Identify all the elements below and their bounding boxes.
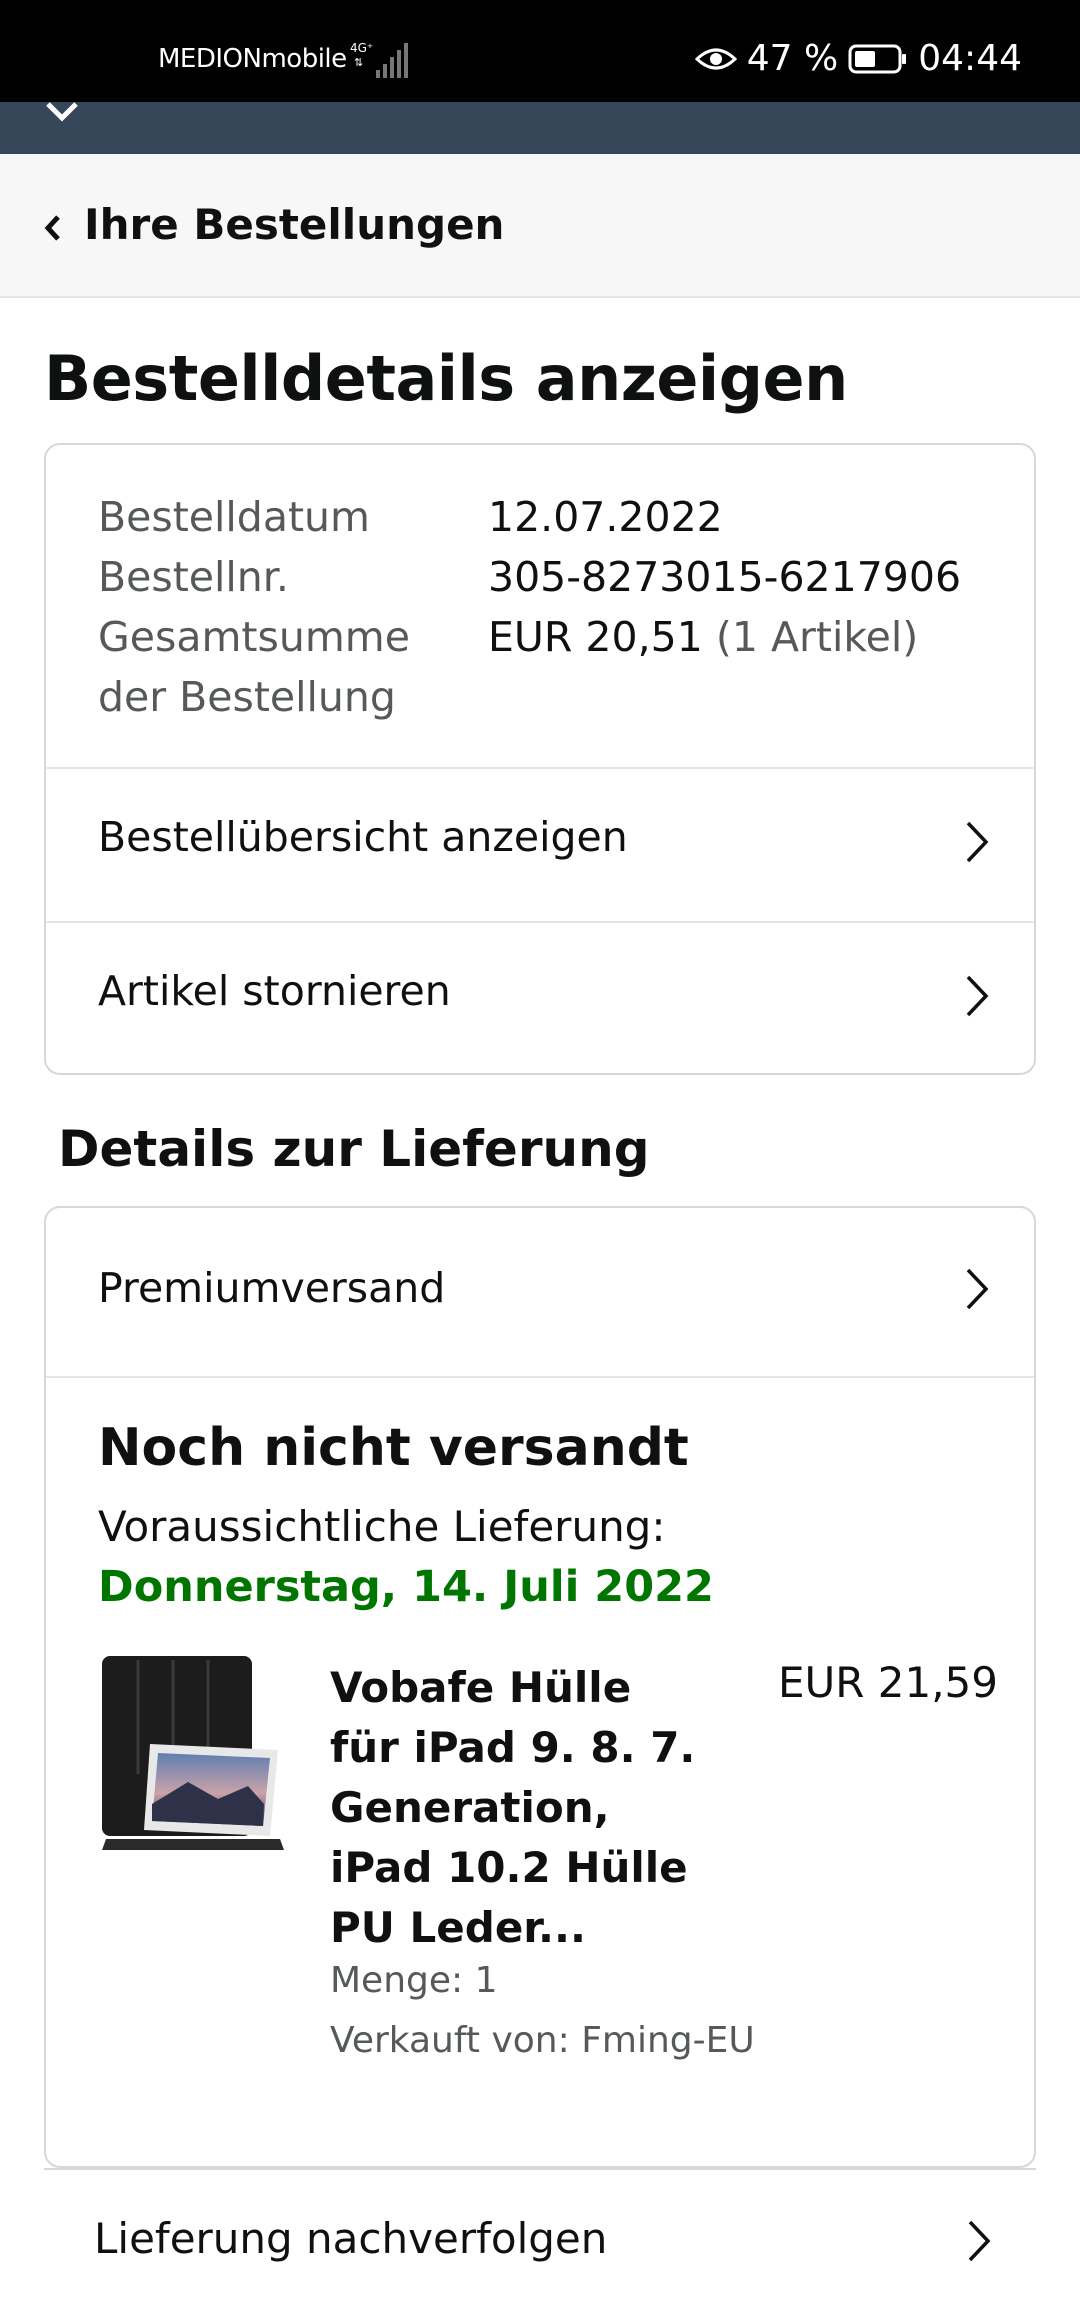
product-quantity: Menge: 1 [330, 1960, 498, 2001]
eta-date: Donnerstag, 14. Juli 2022 [98, 1562, 714, 1612]
battery-icon [848, 44, 907, 73]
svg-text:4G⁺: 4G⁺ [350, 41, 373, 55]
nav-header: Ihre Bestellungen [0, 154, 1080, 298]
chevron-down-icon [46, 102, 78, 122]
page-title: Bestelldetails anzeigen [44, 342, 848, 415]
order-total-label-line2: der Bestellung [98, 673, 396, 721]
chevron-left-icon[interactable] [42, 213, 62, 243]
battery-percent: 47 % [746, 38, 839, 79]
cancel-items-link[interactable]: Artikel stornieren [98, 967, 451, 1015]
shipment-status: Noch nicht versandt [98, 1418, 689, 1478]
chevron-right-icon [966, 975, 989, 1017]
signal-icon: 4G⁺ ⇅ [350, 41, 408, 78]
order-summary-row[interactable]: Bestellübersicht anzeigen [46, 767, 1034, 921]
track-delivery-row[interactable]: Lieferung nachverfolgen [44, 2168, 1036, 2312]
chevron-right-icon [966, 1268, 989, 1310]
cancel-items-row[interactable]: Artikel stornieren [46, 921, 1034, 1075]
clock: 04:44 [918, 38, 1022, 79]
product-title[interactable]: Vobafe Hülle für iPad 9. 8. 7. Generatio… [330, 1658, 710, 1958]
delivery-section-title: Details zur Lieferung [58, 1120, 650, 1178]
eye-icon [694, 48, 737, 69]
carrier-name: MEDIONmobile [158, 44, 347, 74]
order-info: Bestelldatum 12.07.2022 Bestellnr. 305-8… [98, 487, 961, 727]
product-image[interactable] [98, 1654, 288, 1854]
shipping-method-row[interactable]: Premiumversand [46, 1208, 1034, 1378]
order-info-card: Bestelldatum 12.07.2022 Bestellnr. 305-8… [44, 443, 1036, 1075]
order-number-value: 305-8273015-6217906 [488, 553, 962, 601]
chevron-right-icon [968, 2220, 991, 2262]
order-number-label: Bestellnr. [98, 553, 289, 601]
track-delivery-link[interactable]: Lieferung nachverfolgen [94, 2214, 607, 2263]
back-to-orders-link[interactable]: Ihre Bestellungen [84, 200, 504, 249]
status-bar: MEDIONmobile 4G⁺ ⇅ 47 % 04:44 [0, 0, 1080, 102]
svg-text:⇅: ⇅ [354, 56, 363, 69]
order-summary-link[interactable]: Bestellübersicht anzeigen [98, 813, 628, 861]
product-seller: Verkauft von: Fming-EU [330, 2020, 755, 2061]
delivery-card: Premiumversand Noch nicht versandt Vorau… [44, 1206, 1036, 2168]
order-total-label: Gesamtsumme [98, 613, 410, 661]
order-date-value: 12.07.2022 [488, 493, 723, 541]
order-item-count: (1 Artikel) [715, 613, 919, 661]
chevron-right-icon [966, 821, 989, 863]
order-date-label: Bestelldatum [98, 493, 370, 541]
shipping-method[interactable]: Premiumversand [98, 1264, 445, 1312]
product-price: EUR 21,59 [777, 1658, 998, 1707]
address-strip[interactable] [0, 102, 1080, 154]
eta-label: Voraussichtliche Lieferung: [98, 1502, 666, 1551]
order-total-value: EUR 20,51 [488, 613, 703, 661]
